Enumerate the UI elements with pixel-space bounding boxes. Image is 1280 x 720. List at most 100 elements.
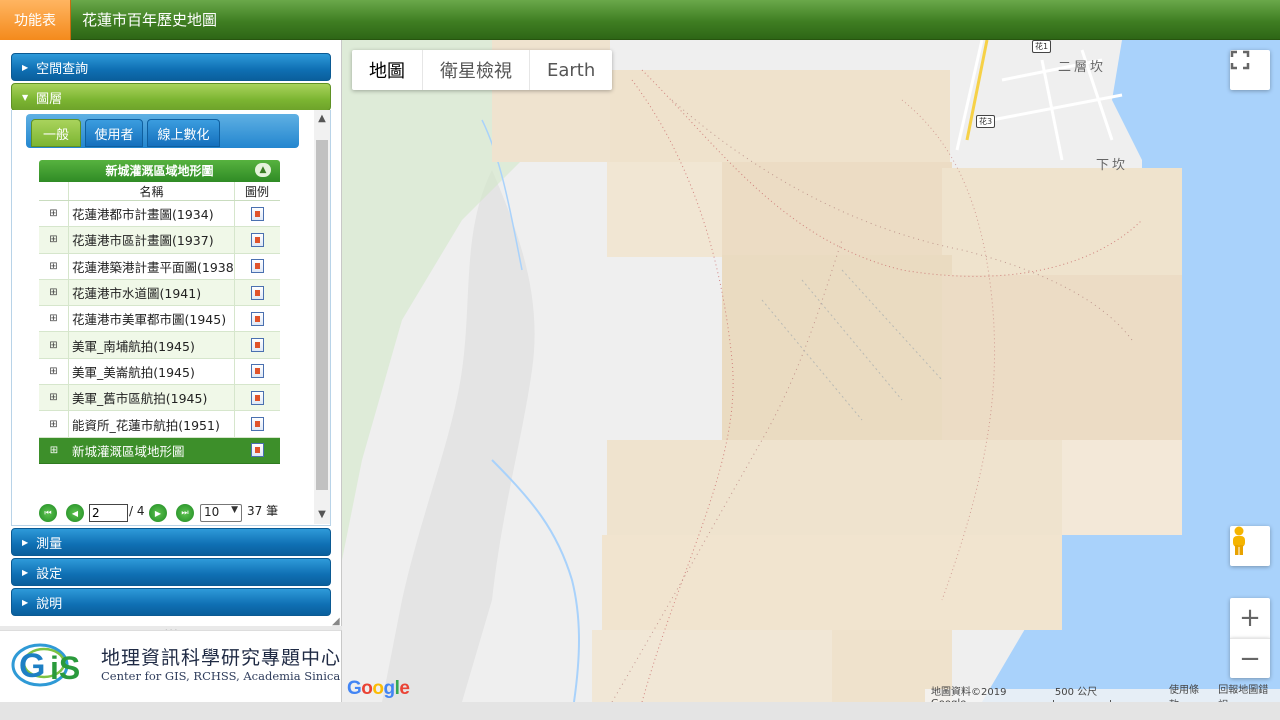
table-row[interactable]: ⊞ 花蓮港市美軍都市圖(1945): [39, 306, 280, 333]
expand-plus-icon[interactable]: ⊞: [39, 227, 69, 253]
report-error-link[interactable]: 回報地圖錯誤: [1212, 681, 1280, 702]
place-label-erceng: 二層坎: [1058, 60, 1107, 75]
layer-name[interactable]: 花蓮港市區計畫圖(1937): [69, 227, 235, 253]
map-type-earth[interactable]: Earth: [530, 50, 612, 90]
layer-name[interactable]: 美軍_美崙航拍(1945): [69, 358, 235, 385]
zoom-in-button[interactable]: +: [1230, 598, 1270, 638]
expand-plus-icon[interactable]: ⊞: [39, 201, 69, 227]
menu-button[interactable]: 功能表: [0, 0, 71, 40]
layers-scrollbar[interactable]: ▲ ▼: [314, 110, 330, 524]
map-type-roadmap[interactable]: 地圖: [352, 50, 423, 90]
layer-name[interactable]: 新城灌溉區域地形圖: [69, 438, 235, 463]
legend-icon[interactable]: [250, 417, 264, 432]
legend-cell[interactable]: [235, 280, 279, 305]
legend-cell[interactable]: [235, 332, 279, 357]
table-row[interactable]: ⊞ 花蓮港市水道圖(1941): [39, 279, 280, 307]
tab-online-digitize[interactable]: 線上數化: [147, 119, 220, 147]
accordion-help[interactable]: ▶ 說明: [11, 588, 331, 616]
layer-name[interactable]: 花蓮港都市計畫圖(1934): [69, 201, 235, 227]
grid-title-text: 新城灌溉區域地形圖: [105, 164, 214, 178]
app-header: 功能表 花蓮市百年歷史地圖: [0, 0, 1280, 40]
page-size-select[interactable]: 10 ▼: [200, 504, 242, 522]
expand-plus-icon[interactable]: ⊞: [39, 306, 69, 332]
street-view-button[interactable]: [1230, 526, 1270, 566]
pager: ⏮ ◀ / 4 ▶ ⏭ 10 ▼ 37 筆: [39, 500, 309, 522]
caret-down-icon: ▼: [22, 92, 29, 102]
map-canvas[interactable]: 二層坎 下坎 花1 花3 地圖 衛星檢視 Earth + − Google 地圖…: [342, 40, 1280, 702]
table-row[interactable]: ⊞ 花蓮港築港計畫平面圖(1938): [39, 253, 280, 280]
expand-plus-icon[interactable]: ⊞: [39, 411, 69, 437]
layer-tabs: 一般 使用者 線上數化: [26, 114, 299, 148]
tab-general[interactable]: 一般: [31, 119, 81, 147]
page-total: / 4: [129, 504, 145, 518]
scroll-thumb[interactable]: [316, 140, 328, 490]
legend-cell[interactable]: [235, 438, 279, 463]
next-page-button[interactable]: ▶: [149, 504, 167, 522]
expand-plus-icon[interactable]: ⊞: [39, 253, 69, 279]
plus-icon: +: [1239, 603, 1261, 633]
legend-icon[interactable]: [250, 285, 264, 300]
legend-icon[interactable]: [250, 259, 264, 274]
fullscreen-button[interactable]: [1230, 50, 1270, 90]
google-logo[interactable]: Google: [347, 678, 410, 700]
table-row[interactable]: ⊞ 花蓮港都市計畫圖(1934): [39, 201, 280, 228]
prev-page-button[interactable]: ◀: [66, 504, 84, 522]
place-label-xiakan: 下坎: [1096, 158, 1129, 173]
layer-name[interactable]: 能資所_花蓮市航拍(1951): [69, 411, 235, 437]
accordion-measure[interactable]: ▶ 測量: [11, 528, 331, 556]
table-row[interactable]: ⊞ 美軍_舊市區航拍(1945): [39, 385, 280, 412]
map-type-satellite[interactable]: 衛星檢視: [423, 50, 530, 90]
layer-name[interactable]: 花蓮港築港計畫平面圖(1938): [69, 253, 235, 279]
accordion-settings[interactable]: ▶ 設定: [11, 558, 331, 586]
sidebar-panel: ▶ 空間查詢 ▼ 圖層 一般 使用者 線上數化 新城灌溉區域地形圖 ▲ 名稱 圖…: [0, 40, 342, 636]
route-shield-hua1: 花1: [1032, 40, 1052, 53]
accordion-label: 說明: [36, 596, 63, 612]
layer-name[interactable]: 美軍_舊市區航拍(1945): [69, 385, 235, 411]
legend-icon[interactable]: [250, 232, 264, 247]
last-page-button[interactable]: ⏭: [176, 504, 194, 522]
terms-link[interactable]: 使用條款: [1163, 681, 1212, 702]
page-number-input[interactable]: [89, 504, 128, 522]
accordion-layers[interactable]: ▼ 圖層: [11, 83, 331, 111]
legend-icon[interactable]: [250, 311, 264, 326]
first-page-button[interactable]: ⏮: [39, 504, 57, 522]
legend-cell[interactable]: [235, 411, 279, 436]
legend-cell[interactable]: [235, 306, 279, 331]
layer-name[interactable]: 花蓮港市水道圖(1941): [69, 279, 235, 306]
grid-title: 新城灌溉區域地形圖 ▲: [39, 160, 280, 182]
map-data-credit: 地圖資料©2019 Google: [931, 687, 1007, 702]
legend-cell[interactable]: [235, 227, 279, 252]
resize-corner-icon[interactable]: ◢: [332, 616, 340, 627]
legend-cell[interactable]: [235, 359, 279, 384]
expand-plus-icon[interactable]: ⊞: [39, 438, 69, 463]
expand-plus-icon[interactable]: ⊞: [39, 358, 69, 385]
legend-icon[interactable]: [250, 364, 264, 379]
legend-icon[interactable]: [250, 206, 264, 221]
table-row[interactable]: ⊞ 花蓮港市區計畫圖(1937): [39, 227, 280, 254]
accordion-spatial-query[interactable]: ▶ 空間查詢: [11, 53, 331, 81]
table-row[interactable]: ⊞ 美軍_美崙航拍(1945): [39, 358, 280, 386]
zoom-out-button[interactable]: −: [1230, 638, 1270, 678]
header-name: 名稱: [69, 182, 235, 200]
scale-control[interactable]: 500 公尺: [1043, 683, 1163, 702]
expand-plus-icon[interactable]: ⊞: [39, 332, 69, 358]
scroll-down-icon[interactable]: ▼: [314, 508, 330, 522]
collapse-up-icon[interactable]: ▲: [255, 163, 271, 177]
layer-name[interactable]: 花蓮港市美軍都市圖(1945): [69, 306, 235, 332]
table-row[interactable]: ⊞ 能資所_花蓮市航拍(1951): [39, 411, 280, 438]
expand-plus-icon[interactable]: ⊞: [39, 385, 69, 411]
legend-icon[interactable]: [250, 338, 264, 353]
map-base-svg: [342, 40, 1280, 702]
scroll-up-icon[interactable]: ▲: [314, 112, 330, 126]
table-row[interactable]: ⊞ 新城灌溉區域地形圖: [39, 437, 280, 464]
legend-icon[interactable]: [250, 390, 264, 405]
legend-cell[interactable]: [235, 254, 279, 279]
legend-icon[interactable]: [250, 443, 264, 458]
legend-cell[interactable]: [235, 201, 279, 226]
layer-grid: 新城灌溉區域地形圖 ▲ 名稱 圖例 ⊞ 花蓮港都市計畫圖(1934) ⊞ 花蓮港市區計…: [39, 160, 280, 464]
tab-user[interactable]: 使用者: [85, 119, 143, 147]
expand-plus-icon[interactable]: ⊞: [39, 279, 69, 306]
layer-name[interactable]: 美軍_南埔航拍(1945): [69, 332, 235, 358]
table-row[interactable]: ⊞ 美軍_南埔航拍(1945): [39, 332, 280, 359]
legend-cell[interactable]: [235, 385, 279, 410]
